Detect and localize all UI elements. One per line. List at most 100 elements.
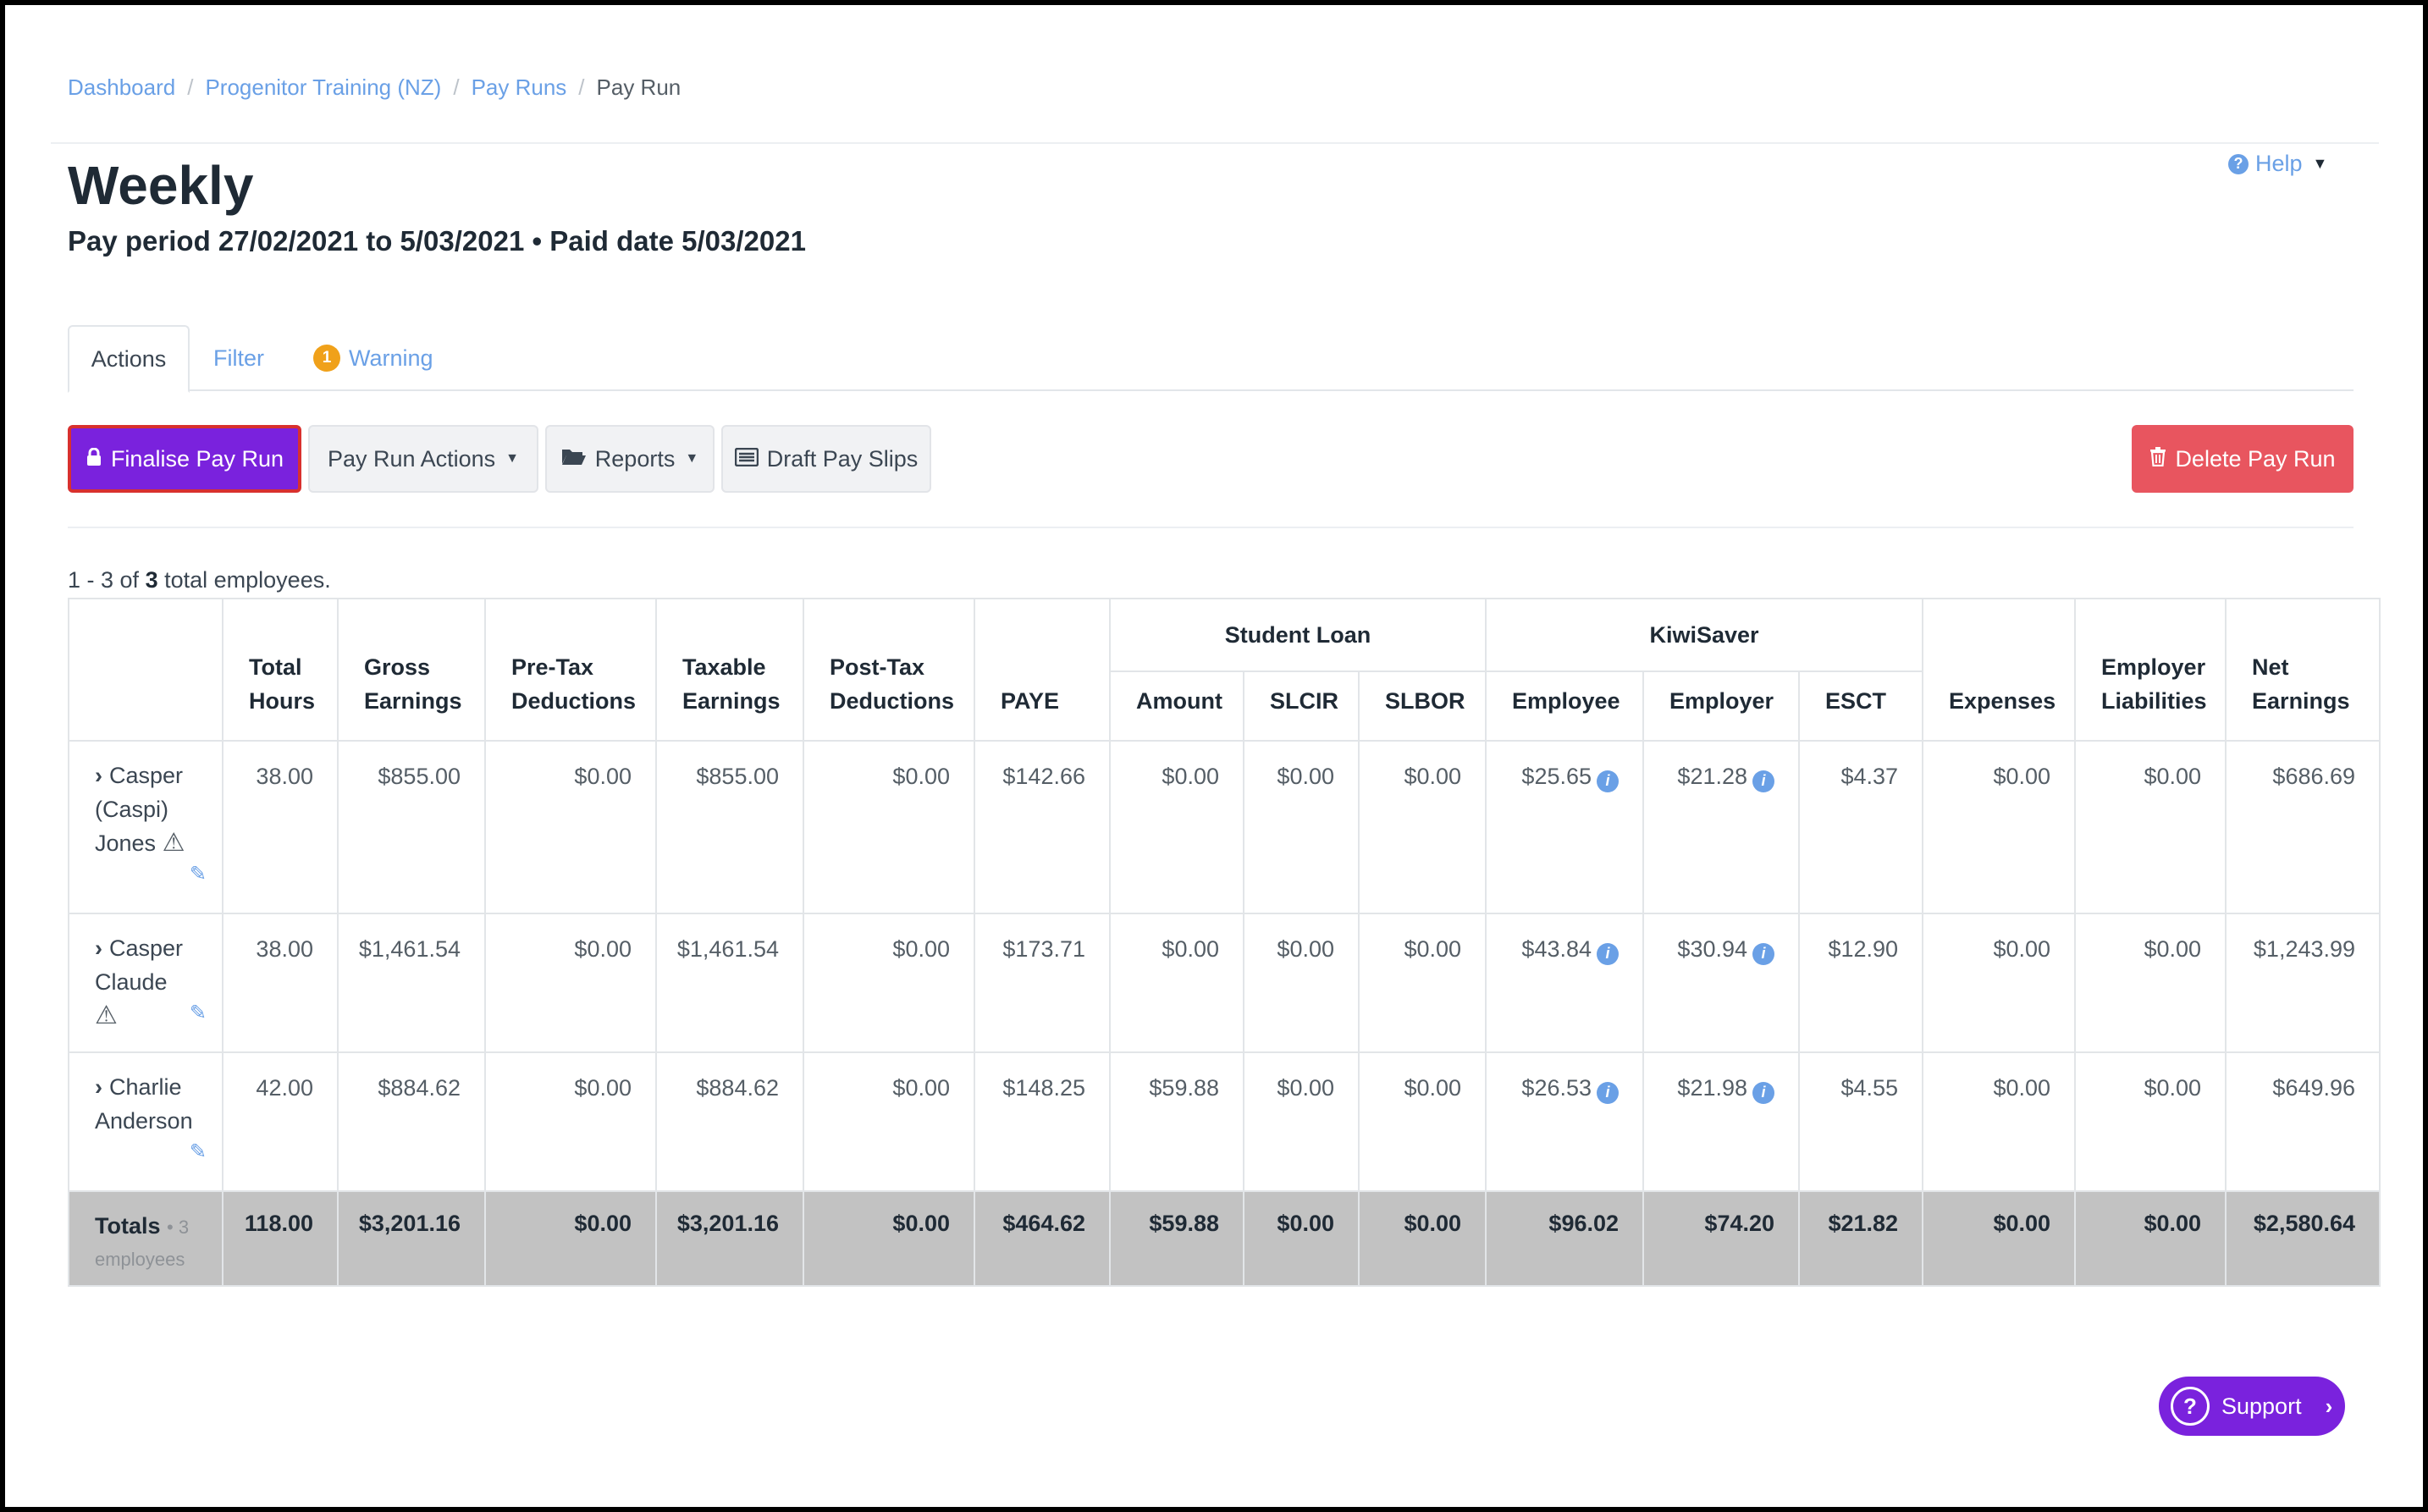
warning-icon[interactable]: ⚠ [95, 999, 118, 1033]
tab-filter[interactable]: Filter [213, 325, 264, 391]
info-icon[interactable]: i [1752, 770, 1775, 792]
cell-slcir: $0.00 [1243, 740, 1360, 914]
cell-slcir: $0.00 [1243, 1051, 1360, 1192]
lock-icon [86, 446, 102, 472]
cell-esct: $4.55 [1798, 1051, 1924, 1192]
cell-pretax: $0.00 [484, 1051, 657, 1192]
header-sl-amount: Amount [1109, 670, 1244, 742]
employee-name-line[interactable]: Jones [95, 830, 156, 856]
tab-actions-label: Actions [91, 345, 167, 372]
ks-employee-value: $26.53 [1521, 1075, 1592, 1101]
cell-sl-amount: $0.00 [1109, 913, 1244, 1053]
total-ks-employee: $96.02 [1485, 1190, 1645, 1287]
delete-pay-run-button[interactable]: Delete Pay Run [2132, 425, 2354, 493]
header-taxable-earnings: Taxable Earnings [655, 598, 804, 742]
totals-label: Totals [95, 1213, 161, 1239]
total-slbor: $0.00 [1357, 1190, 1487, 1287]
breadcrumb-pay-runs[interactable]: Pay Runs [472, 74, 567, 101]
pay-run-actions-button[interactable]: Pay Run Actions ▼ [308, 425, 538, 493]
chevron-right-icon[interactable]: › [95, 1074, 102, 1100]
total-paye: $464.62 [974, 1190, 1111, 1287]
chevron-right-icon[interactable]: › [95, 763, 102, 788]
cell-ks-employee: $43.84 i [1485, 913, 1645, 1053]
cell-net: $686.69 [2225, 740, 2381, 914]
cell-esct: $4.37 [1798, 740, 1924, 914]
totals-label-cell: Totals • 3 employees [68, 1190, 223, 1287]
cell-slcir: $0.00 [1243, 913, 1360, 1053]
cell-ks-employee: $26.53 i [1485, 1051, 1645, 1192]
cell-employer-liabilities: $0.00 [2074, 1051, 2227, 1192]
ks-employer-value: $21.28 [1677, 764, 1748, 789]
help-label: Help [2255, 151, 2303, 176]
totals-row: Totals • 3 employees 118.00 $3,201.16 $0… [68, 1190, 2381, 1287]
cell-net: $649.96 [2225, 1051, 2381, 1192]
employee-cell: › Casper (Caspi) Jones ⚠ ✎ [68, 740, 223, 914]
header-gross-earnings: Gross Earnings [337, 598, 486, 742]
cell-gross: $1,461.54 [337, 913, 486, 1053]
tab-actions[interactable]: Actions [68, 325, 190, 393]
tab-warning[interactable]: 1 Warning [313, 325, 433, 391]
employee-name-line[interactable]: (Caspi) [95, 797, 168, 822]
header-paye: PAYE [974, 598, 1111, 742]
warning-icon[interactable]: ⚠ [163, 826, 185, 860]
info-icon[interactable]: i [1597, 770, 1620, 792]
finalise-pay-run-button[interactable]: Finalise Pay Run [68, 425, 301, 493]
total-net: $2,580.64 [2225, 1190, 2381, 1287]
folder-open-icon [561, 446, 587, 472]
breadcrumb-separator: / [187, 74, 194, 100]
employee-count: 1 - 3 of 3 total employees. [68, 567, 331, 593]
header-total-hours: Total Hours [222, 598, 339, 742]
chevron-right-icon[interactable]: › [95, 935, 102, 961]
cell-hours: 42.00 [222, 1051, 339, 1192]
trash-icon [2149, 446, 2166, 472]
info-icon[interactable]: i [1597, 1081, 1620, 1104]
total-expenses: $0.00 [1922, 1190, 2077, 1287]
cell-sl-amount: $0.00 [1109, 740, 1244, 914]
employee-name-line[interactable]: Claude [95, 969, 168, 995]
pencil-icon[interactable]: ✎ [95, 860, 207, 889]
cell-pretax: $0.00 [484, 740, 657, 914]
cell-slbor: $0.00 [1357, 913, 1487, 1053]
cell-paye: $148.25 [974, 1051, 1111, 1192]
caret-down-icon: ▼ [505, 451, 519, 466]
cell-expenses: $0.00 [1922, 913, 2077, 1053]
draft-pay-slips-label: Draft Pay Slips [766, 445, 919, 472]
info-icon[interactable]: i [1752, 942, 1775, 965]
cell-paye: $173.71 [974, 913, 1111, 1053]
employee-name-line[interactable]: Casper [109, 763, 183, 788]
cell-ks-employer: $21.28 i [1642, 740, 1801, 914]
info-icon[interactable]: i [1597, 942, 1620, 965]
total-employer-liabilities: $0.00 [2074, 1190, 2227, 1287]
draft-pay-slips-button[interactable]: Draft Pay Slips [721, 425, 931, 493]
breadcrumb-separator: / [578, 74, 585, 100]
employee-name-line[interactable]: Casper [109, 935, 183, 961]
divider [51, 142, 2379, 144]
cell-employer-liabilities: $0.00 [2074, 740, 2227, 914]
pencil-icon[interactable]: ✎ [95, 1138, 207, 1167]
help-dropdown[interactable]: ? Help ▼ [2228, 151, 2327, 177]
breadcrumb-current: Pay Run [596, 74, 681, 100]
header-slbor: SLBOR [1357, 670, 1487, 742]
breadcrumb-dashboard[interactable]: Dashboard [68, 74, 175, 101]
support-button[interactable]: ? Support › [2159, 1377, 2345, 1436]
ks-employee-value: $25.65 [1521, 764, 1592, 789]
reports-label: Reports [594, 445, 676, 472]
info-icon[interactable]: i [1752, 1081, 1775, 1104]
reports-button[interactable]: Reports ▼ [545, 425, 715, 493]
divider [68, 527, 2354, 528]
cell-taxable: $855.00 [655, 740, 804, 914]
employee-name-line[interactable]: Anderson [95, 1108, 193, 1134]
cell-posttax: $0.00 [803, 740, 975, 914]
page-title: Weekly [68, 155, 254, 216]
employee-cell: › Casper Claude ⚠ ✎ [68, 913, 223, 1053]
breadcrumb-organisation[interactable]: Progenitor Training (NZ) [205, 74, 441, 101]
cell-slbor: $0.00 [1357, 1051, 1487, 1192]
pencil-icon[interactable]: ✎ [190, 999, 207, 1028]
question-circle-icon: ? [2228, 153, 2249, 174]
header-employer-liabilities: Employer Liabilities [2074, 598, 2227, 742]
header-employee [68, 598, 223, 742]
header-expenses: Expenses [1922, 598, 2077, 742]
cell-esct: $12.90 [1798, 913, 1924, 1053]
employee-name-line[interactable]: Charlie [109, 1074, 182, 1100]
breadcrumb: Dashboard / Progenitor Training (NZ) / P… [68, 74, 681, 101]
